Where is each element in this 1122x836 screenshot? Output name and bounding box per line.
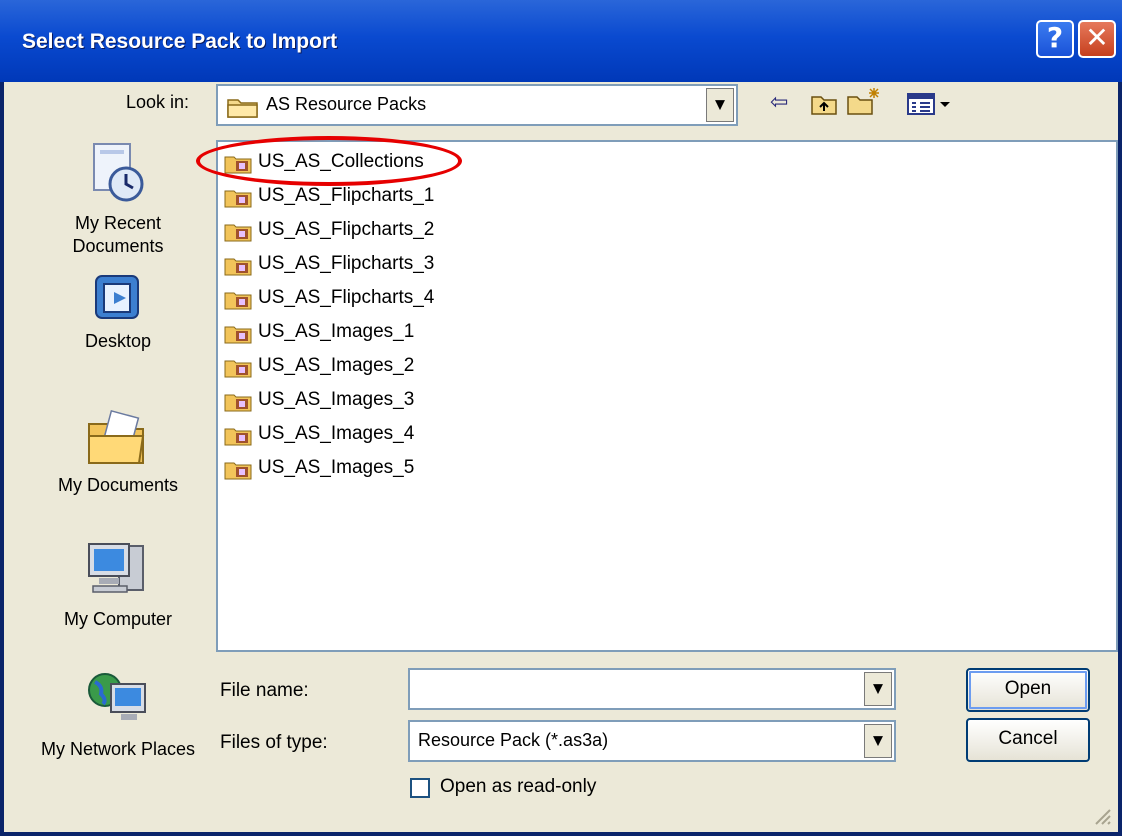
dialog-title: Select Resource Pack to Import [22,30,338,53]
file-type-label: Files of type: [220,732,328,753]
resource-pack-file-icon [224,292,252,310]
new-folder-icon[interactable] [846,86,882,116]
file-type-dropdown[interactable]: Resource Pack (*.as3a) ▼ [408,720,896,762]
file-name: US_AS_Images_1 [258,321,415,342]
chevron-down-icon: ▼ [873,733,883,749]
recent-documents-icon [93,143,144,202]
file-name-arrow[interactable]: ▼ [864,672,892,706]
resource-pack-file-icon [224,360,252,378]
help-button[interactable]: ? [1036,20,1074,58]
resource-pack-file-icon [224,394,252,412]
file-name: US_AS_Flipcharts_3 [258,253,435,274]
file-list[interactable]: US_AS_Collections US_AS_Flipcharts_1 US_… [216,140,1118,652]
back-icon[interactable]: ⇦ [770,90,788,115]
resource-pack-file-icon [224,326,252,344]
read-only-label: Open as read-only [440,776,597,797]
views-menu-icon[interactable] [906,92,956,116]
file-name: US_AS_Images_5 [258,457,415,478]
my-computer-icon [88,543,144,593]
look-in-arrow[interactable]: ▼ [706,88,734,122]
file-type-value: Resource Pack (*.as3a) [418,730,609,750]
file-name-input[interactable]: ▼ [408,668,896,710]
place-desktop[interactable]: Desktop [40,272,196,353]
resource-pack-file-icon [224,428,252,446]
look-in-value: AS Resource Packs [266,94,427,114]
place-network[interactable]: My Network Places [40,668,196,761]
title-bar: Select Resource Pack to Import ? ✕ [0,0,1122,82]
file-dialog: Select Resource Pack to Import ? ✕ Look … [0,0,1122,836]
file-name-label: File name: [220,680,309,701]
desktop-icon [95,275,139,319]
chevron-down-icon: ▼ [873,681,883,697]
resource-pack-file-icon [224,224,252,242]
close-button[interactable]: ✕ [1078,20,1116,58]
resource-pack-file-icon [224,462,252,480]
look-in-dropdown[interactable]: AS Resource Packs ▼ [216,84,738,126]
resource-pack-file-icon [224,190,252,208]
place-my-documents[interactable]: My Documents [40,408,196,497]
file-name: US_AS_Flipcharts_4 [258,287,435,308]
place-label: My Network Places [40,739,196,759]
place-label: My Documents [57,475,179,495]
place-label: My Recent Documents [72,213,164,256]
place-recent-documents[interactable]: My Recent Documents [40,140,196,258]
folder-icon [227,99,258,118]
network-places-icon [88,673,146,720]
file-name: US_AS_Images_3 [258,389,415,410]
place-my-computer[interactable]: My Computer [40,538,196,631]
chevron-down-icon: ▼ [715,97,725,113]
up-folder-icon[interactable] [810,92,838,116]
file-name: US_AS_Collections [258,151,424,172]
file-name: US_AS_Images_2 [258,355,415,376]
resource-pack-file-icon [224,156,252,174]
file-name: US_AS_Flipcharts_1 [258,185,435,206]
file-type-arrow[interactable]: ▼ [864,724,892,758]
file-name: US_AS_Images_4 [258,423,415,444]
place-label: Desktop [84,331,152,351]
cancel-button[interactable]: Cancel [966,718,1090,762]
place-label: My Computer [63,609,173,629]
file-name: US_AS_Flipcharts_2 [258,219,435,240]
resize-grip-icon[interactable] [1090,804,1112,826]
my-documents-icon [88,409,145,464]
look-in-label: Look in: [126,92,190,112]
open-button[interactable]: Open [966,668,1090,712]
read-only-checkbox[interactable] [410,778,430,798]
resource-pack-file-icon [224,258,252,276]
